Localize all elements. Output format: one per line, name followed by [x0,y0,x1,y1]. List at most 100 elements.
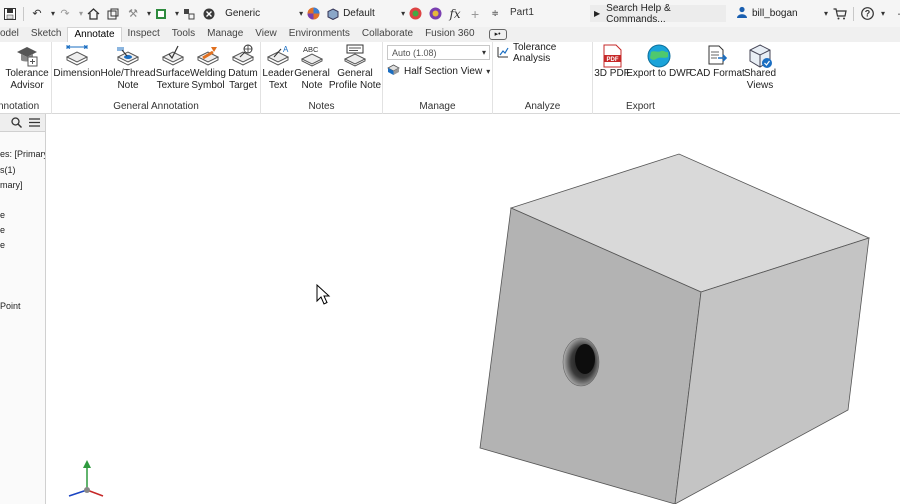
appearance-cube-icon[interactable] [325,6,341,22]
material-combo[interactable]: Default [343,5,397,23]
clear-appearance-icon[interactable] [427,6,443,22]
shared-views-button[interactable]: Shared Views [743,44,777,92]
undo-dropdown-icon[interactable]: ▾ [51,9,55,18]
cad-format-icon [704,44,730,68]
redo-dropdown-icon[interactable]: ▾ [79,9,83,18]
view-triad-icon[interactable] [68,460,104,497]
tab-inspect[interactable]: Inspect [122,27,166,42]
browser-item[interactable]: e [0,225,5,235]
tolerance-advisor-icon [14,44,40,68]
minimize-icon[interactable]: – [893,6,900,22]
menu-icon[interactable] [29,117,40,131]
half-section-view-button[interactable]: Half Section View ▾ [387,64,490,79]
graphics-viewport[interactable] [47,114,900,504]
adjust-appearance-icon[interactable] [407,6,423,22]
tab-tools[interactable]: Tools [166,27,201,42]
ribbon-display-toggle-icon[interactable]: ▸• [488,29,507,40]
sketch-icon[interactable] [105,6,121,22]
home-icon[interactable] [85,6,101,22]
dimension-label-1: Dimension [53,68,101,79]
annotation-scale-dropdown-icon[interactable]: ▾ [482,48,486,57]
cart-icon[interactable] [832,6,848,22]
welding-symbol-label-1: Welding [190,68,226,79]
browser-item[interactable]: es: [Primary] [0,149,45,159]
tolerance-advisor-button[interactable]: Tolerance Advisor [4,44,50,92]
user-account[interactable]: bill_bogan ▾ [736,5,828,22]
tab-collaborate[interactable]: Collaborate [356,27,419,42]
hole-thread-note-button[interactable]: Hole/Thread Note [100,44,156,92]
new-dropdown-icon[interactable]: ▾ [175,9,179,18]
select-mode-icon[interactable] [181,6,197,22]
dimension-icon [64,44,90,68]
general-note-button[interactable]: ABC General Note [294,44,330,92]
welding-symbol-icon [195,44,221,68]
export-to-dwf-button[interactable]: Export to DWF [626,44,692,80]
undo-icon[interactable]: ↶ [29,6,45,22]
ribbon: Tolerance Advisor nnotation Dimension Ho… [0,42,900,114]
welding-symbol-label-2: Symbol [191,80,225,91]
redo-icon[interactable]: ↷ [57,6,73,22]
help-dropdown-icon[interactable]: ▾ [881,9,885,18]
cad-format-button[interactable]: CAD Format [689,44,745,80]
browser-item[interactable]: Point [0,301,21,311]
mouse-cursor-icon [316,283,331,305]
customize-toolbar-icon[interactable]: ≑ [487,6,503,22]
measure-dropdown-icon[interactable]: ▾ [147,9,151,18]
panel-notes: A Leader Text ABC General Note General P… [261,42,383,114]
datum-target-button[interactable]: Datum Target [226,44,260,92]
cad-format-label-1: CAD Format [689,68,745,79]
leader-text-label-2: Text [268,80,288,91]
annotation-scale-combo[interactable]: Auto (1.08) ▾ [387,45,490,60]
tab-view[interactable]: View [249,27,283,42]
tab-annotate[interactable]: Annotate [67,27,122,42]
material-dropdown-icon[interactable]: ▾ [401,9,405,18]
browser-item[interactable]: e [0,240,5,250]
parameters-fx-icon[interactable]: fx [447,6,463,22]
svg-text:ABC: ABC [303,45,319,54]
tolerance-analysis-icon [497,46,509,61]
general-note-label-1: General [294,68,330,79]
panel-title-analyze: Analyze [524,101,561,112]
help-icon[interactable]: ? [859,6,875,22]
datum-target-label-1: Datum [228,68,258,79]
right-toolbar-icons: ? ▾ – [830,5,900,22]
half-section-view-dropdown-icon[interactable]: ▾ [486,67,490,76]
appearance-dropdown-icon[interactable]: ▾ [299,9,303,18]
tab-sketch[interactable]: Sketch [25,27,68,42]
user-dropdown-icon[interactable]: ▾ [824,9,828,18]
export-to-dwf-label-1: Export to DWF [626,68,692,79]
save-icon[interactable] [2,6,18,22]
welding-symbol-button[interactable]: Welding Symbol [190,44,226,92]
tolerance-advisor-label-1: Tolerance [5,68,49,79]
general-profile-note-button[interactable]: General Profile Note [329,44,381,92]
add-icon[interactable]: + [467,6,483,22]
new-icon[interactable] [153,6,169,22]
cube-part[interactable] [479,153,871,504]
dimension-button[interactable]: Dimension [53,44,101,80]
panel-title-general-annotation: General Annotation [113,101,199,112]
surface-texture-icon [160,44,186,68]
search-icon[interactable] [11,117,22,131]
panel-export: PDF 3D PDF Export to DWF CAD Format Shar… [593,42,778,114]
material-ball-icon[interactable] [305,6,321,22]
leader-text-icon: A [265,44,291,68]
3d-pdf-button[interactable]: PDF 3D PDF [594,44,630,80]
search-help-box[interactable]: ▶ Search Help & Commands... [590,3,726,25]
browser-item[interactable]: e [0,210,5,220]
measure-icon[interactable]: ⚒ [125,6,141,22]
browser-item[interactable]: s(1) [0,165,16,175]
tab-model[interactable]: odel [0,27,25,42]
hole-bore [575,344,595,374]
tab-environments[interactable]: Environments [283,27,356,42]
appearance-value: Generic [225,8,261,19]
stop-icon[interactable] [201,6,217,22]
surface-texture-button[interactable]: Surface Texture [156,44,190,92]
browser-item[interactable]: mary] [0,180,23,190]
tolerance-analysis-button[interactable]: Tolerance Analysis [497,42,592,64]
tab-manage[interactable]: Manage [201,27,249,42]
leader-text-button[interactable]: A Leader Text [261,44,295,92]
panel-general-annotation: Dimension Hole/Thread Note Surface Textu… [52,42,261,114]
appearance-combo[interactable]: Generic [225,5,295,23]
svg-text:?: ? [864,9,870,19]
tab-fusion-360[interactable]: Fusion 360 [419,27,480,42]
